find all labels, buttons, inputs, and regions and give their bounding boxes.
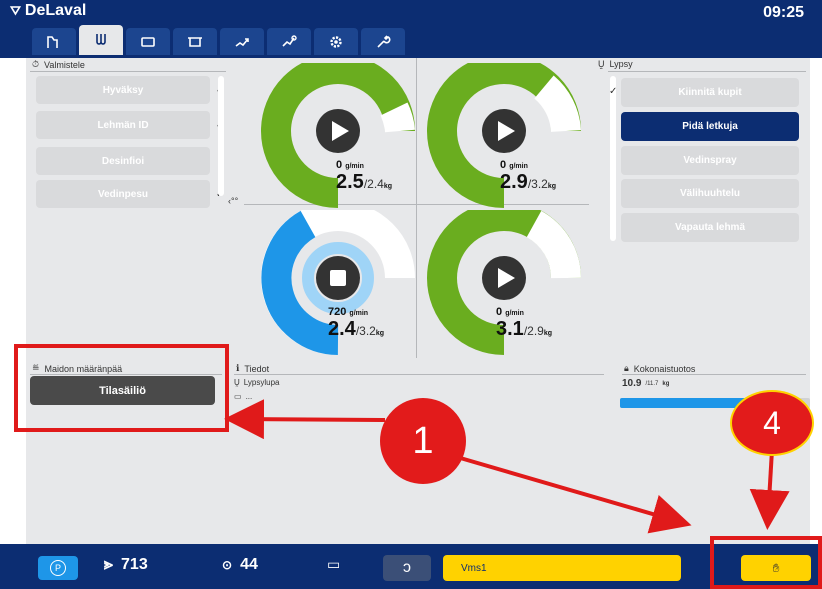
annotation-arrows xyxy=(224,399,790,534)
annotation-marker-4: 4 xyxy=(732,392,812,454)
annotation-marker-1: 1 xyxy=(380,398,466,484)
